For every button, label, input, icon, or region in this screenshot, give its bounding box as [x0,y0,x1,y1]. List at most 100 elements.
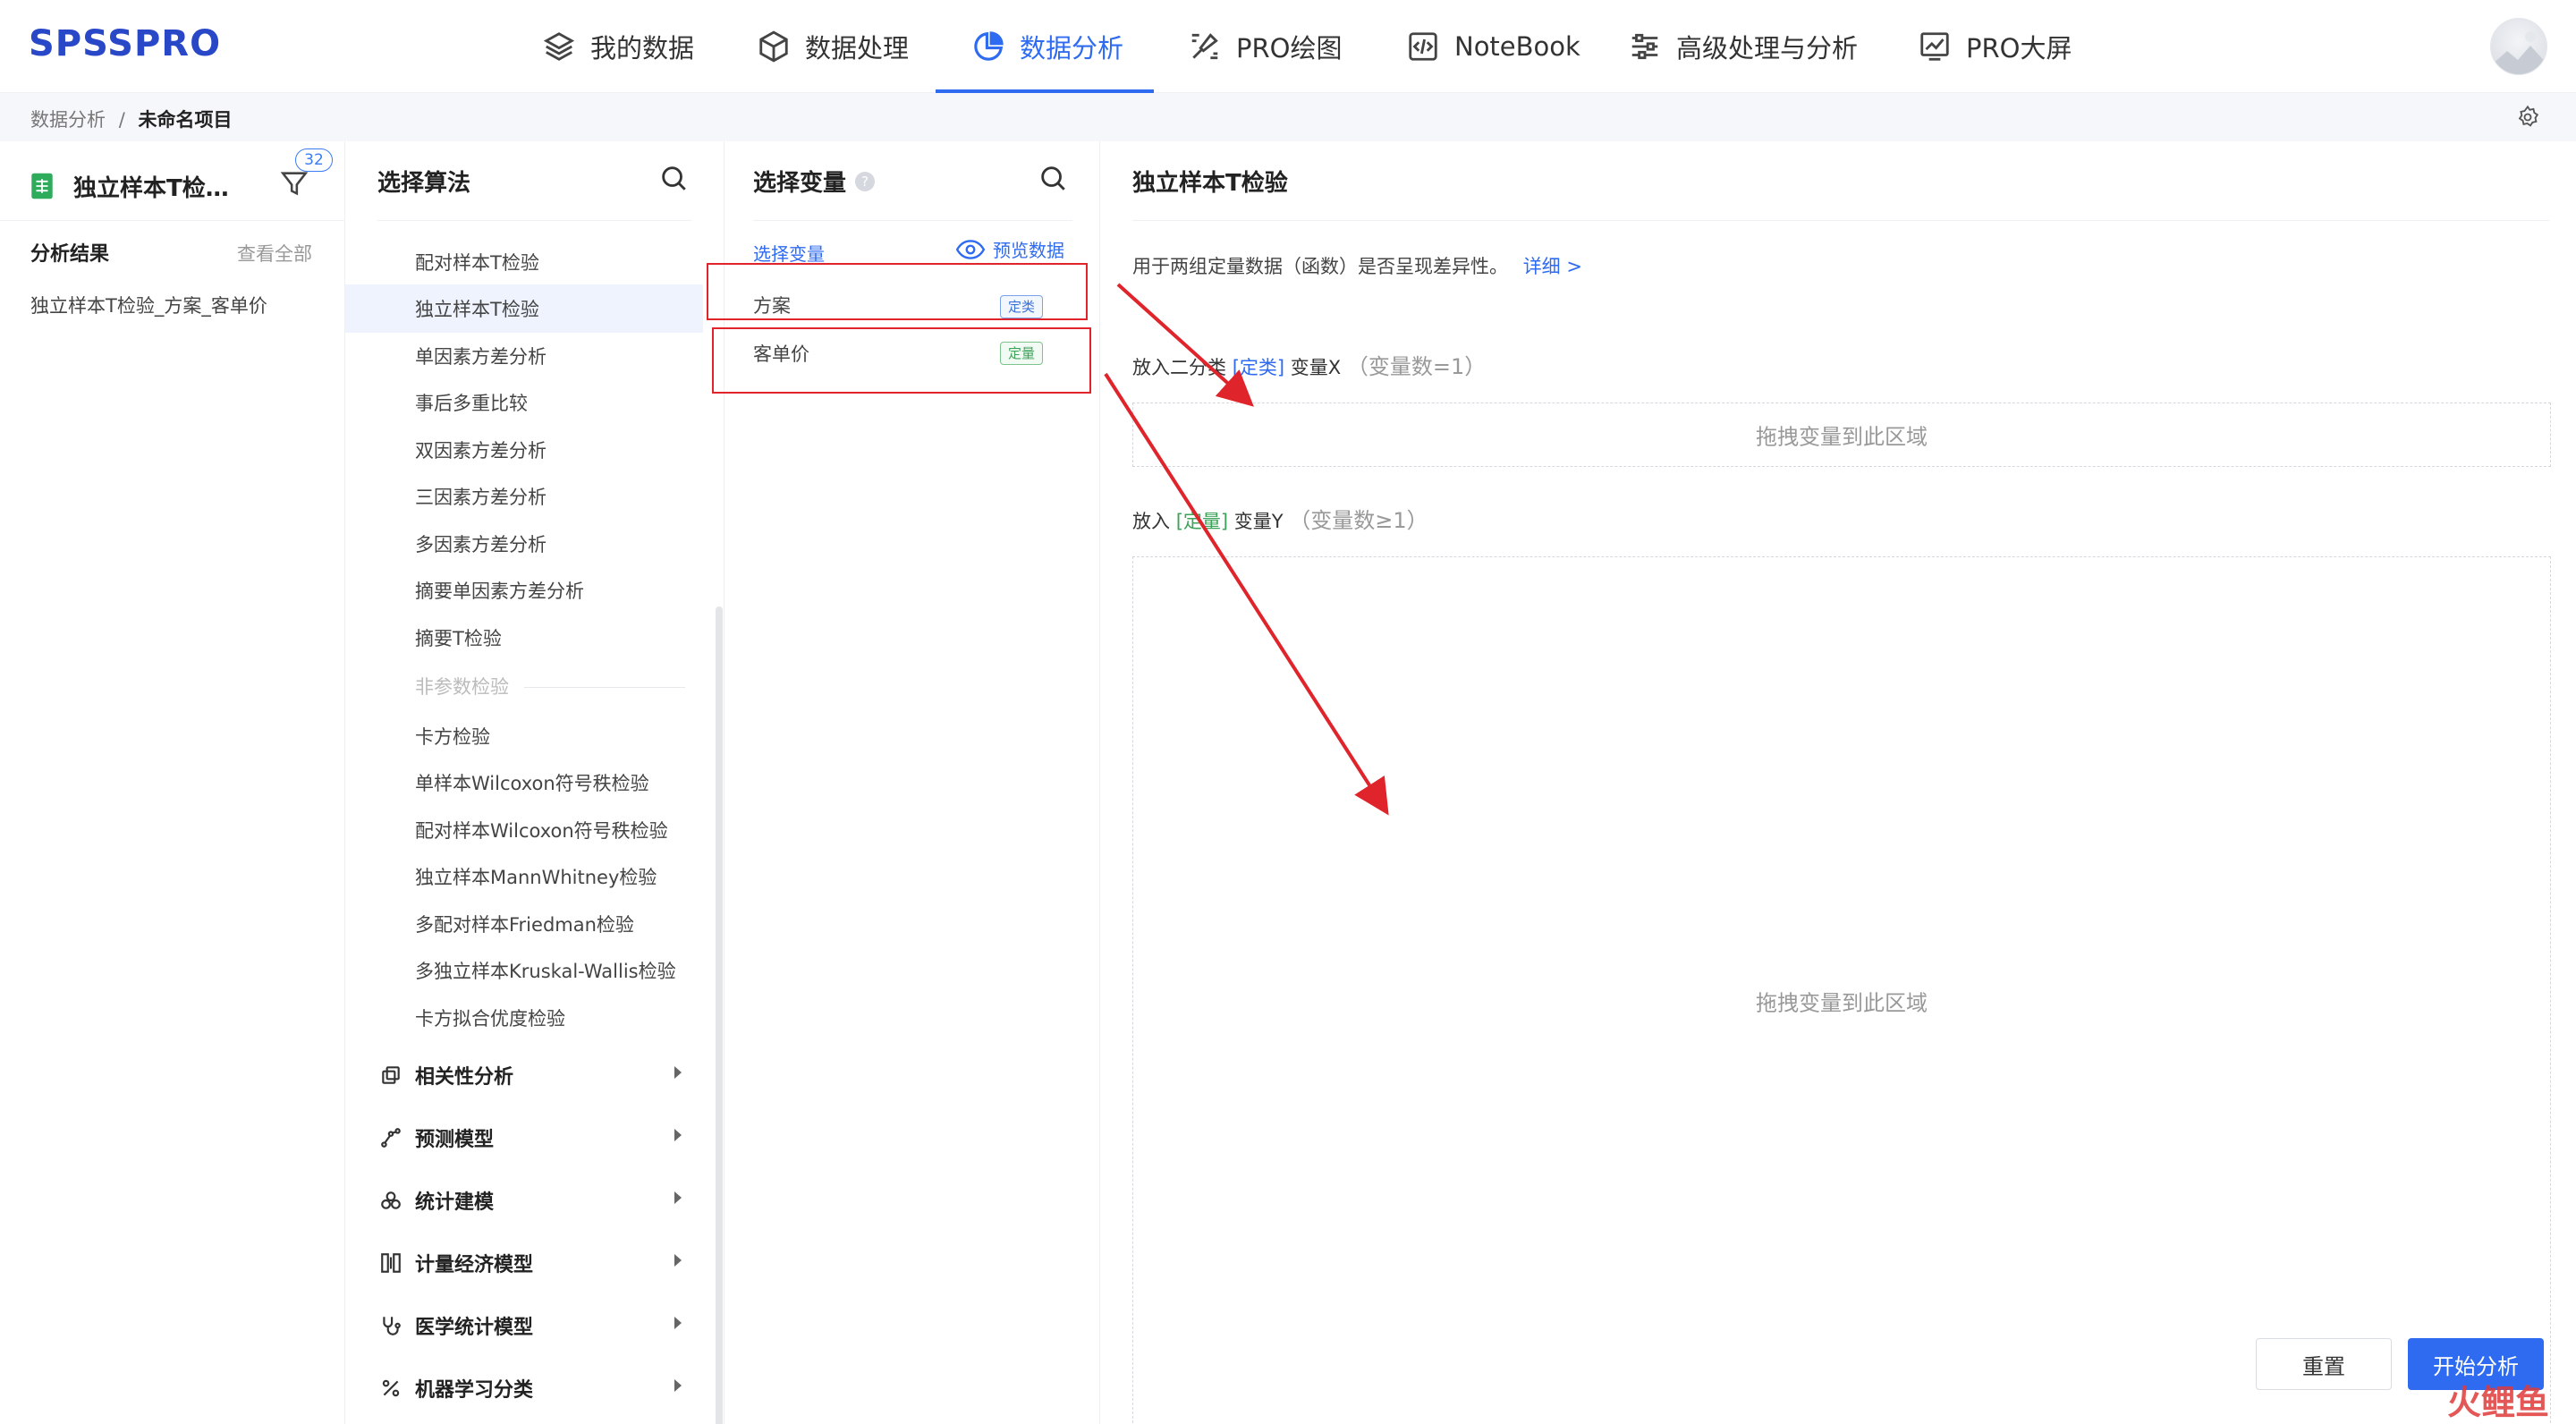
filter-icon[interactable] [279,168,309,199]
algorithm-scrollbar[interactable] [716,606,723,1424]
category-label: 机器学习分类 [415,1379,534,1402]
caret-right-icon [674,1379,682,1392]
variable-panel-title-text: 选择变量 [753,170,847,197]
caret-right-icon [674,1066,682,1079]
algorithm-item[interactable]: 三因素方差分析 [415,483,547,510]
breadcrumb-bar: 数据分析 / 未命名项目 [0,93,2576,141]
line-chart-icon [1920,32,1949,61]
variable-y-dropzone[interactable]: 拖拽变量到此区域 [1132,556,2551,1424]
analysis-title: 独立样本T检验 [1132,170,1288,197]
algorithm-panel: 选择算法 配对样本T检验 独立样本T检验 单因素方差分析 事后多重比较 双因素方… [345,141,724,1424]
algorithm-item[interactable]: 摘要单因素方差分析 [415,577,584,604]
variable-panel-title: 选择变量 ? [753,165,876,198]
algorithm-panel-title: 选择算法 [377,170,471,197]
category-econometrics[interactable]: 计量经济模型 [379,1245,533,1281]
variable-y-count: （变量数≥1） [1289,508,1428,533]
analysis-config-panel: 独立样本T检验 用于两组定量数据（函数）是否呈现差异性。 详细 > 放入二分类 … [1100,141,2576,1424]
category-ml-classification[interactable]: 机器学习分类 [379,1370,533,1406]
help-icon[interactable]: ? [855,171,876,191]
nav-label: 我的数据 [590,33,695,64]
variable-y-label: 放入 [定量] 变量Y （变量数≥1） [1132,503,1428,534]
algorithm-item[interactable]: 卡方检验 [415,723,490,750]
divider [1132,220,2549,221]
project-panel: 独立样本T检… 32 分析结果 查看全部 独立样本T检验_方案_客单价 [0,141,345,1424]
variable-y-name: 变量Y [1233,511,1284,532]
watermark: 火鲤鱼 [2446,1383,2549,1422]
breadcrumb-parent[interactable]: 数据分析 [30,109,106,131]
divider [753,220,1072,221]
nav-label: NoteBook [1454,31,1580,62]
algorithm-item[interactable]: 单因素方差分析 [415,343,547,369]
variable-x-name: 变量X [1290,357,1342,378]
variable-subheading: 选择变量 [753,243,825,265]
preview-data-link[interactable]: 预览数据 [955,236,1064,262]
variable-x-dropzone[interactable]: 拖拽变量到此区域 [1132,403,2551,467]
search-icon[interactable] [1038,163,1068,193]
nav-label: PRO大屏 [1966,33,2072,64]
dropzone-hint: 拖拽变量到此区域 [1756,424,1928,450]
nodes-icon [381,1128,401,1148]
nav-label: 数据处理 [805,33,910,64]
algorithm-item[interactable]: 单样本Wilcoxon符号秩检验 [415,769,649,796]
circles-icon [381,1191,401,1209]
caret-right-icon [674,1191,682,1204]
nav-pro-drawing[interactable]: PRO绘图 [1188,0,1342,93]
category-prediction[interactable]: 预测模型 [379,1120,494,1156]
algorithm-item[interactable]: 双因素方差分析 [415,437,547,463]
eye-icon [955,239,986,259]
cube-icon [759,30,788,63]
algorithm-item[interactable]: 多独立样本Kruskal-Wallis检验 [415,957,676,984]
result-item[interactable]: 独立样本T检验_方案_客单价 [30,292,267,318]
nav-label: 数据分析 [1020,33,1124,64]
nav-label: 高级处理与分析 [1676,33,1859,64]
stethoscope-icon [383,1317,401,1335]
annotation-box [712,327,1091,394]
category-label: 相关性分析 [415,1066,514,1089]
algorithm-item[interactable]: 卡方拟合优度检验 [415,1004,565,1031]
algorithm-item[interactable]: 多配对样本Friedman检验 [415,911,634,937]
copy-icon [382,1066,400,1084]
variable-x-type: [定类] [1232,357,1285,378]
preview-data-label: 预览数据 [993,240,1064,261]
algorithm-item[interactable]: 配对样本T检验 [415,249,539,275]
analysis-description: 用于两组定量数据（函数）是否呈现差异性。 详细 > [1132,252,1582,279]
algorithm-group-label: 非参数检验 [415,676,509,698]
reset-button[interactable]: 重置 [2256,1338,2392,1390]
app-root: SPSSPRO 我的数据 数据处理 数据分析 PRO绘图 NoteBook 高级… [0,0,2576,1424]
annotation-box [707,263,1088,320]
project-header[interactable]: 独立样本T检… [30,163,229,209]
nav-pro-dashboard[interactable]: PRO大屏 [1918,0,2072,93]
nav-advanced-analysis[interactable]: 高级处理与分析 [1628,0,1858,93]
detail-link[interactable]: 详细 > [1523,256,1582,277]
category-correlation[interactable]: 相关性分析 [379,1057,513,1093]
view-all-link[interactable]: 查看全部 [237,240,312,267]
algorithm-item[interactable]: 配对样本Wilcoxon符号秩检验 [415,817,668,843]
nav-data-analysis[interactable]: 数据分析 [936,0,1155,93]
nav-label: PRO绘图 [1236,33,1343,64]
layers-icon [543,32,575,61]
dropzone-hint: 拖拽变量到此区域 [1756,990,1928,1016]
user-avatar[interactable] [2490,18,2547,75]
top-navbar: SPSSPRO 我的数据 数据处理 数据分析 PRO绘图 NoteBook 高级… [0,0,2576,93]
breadcrumb-separator: / [118,109,125,131]
divider [377,220,691,221]
algorithm-item[interactable]: 事后多重比较 [415,389,528,416]
algorithm-item[interactable]: 独立样本MannWhitney检验 [415,863,657,890]
variable-y-prefix: 放入 [1132,511,1170,532]
category-medical-statistics[interactable]: 医学统计模型 [379,1308,533,1343]
filter-count-badge: 32 [295,148,333,172]
logo[interactable]: SPSSPRO [29,23,221,64]
algorithm-item-selected[interactable]: 独立样本T检验 [415,295,539,322]
category-label: 计量经济模型 [415,1254,534,1276]
search-icon[interactable] [658,163,689,193]
caret-right-icon [674,1317,682,1329]
algorithm-item[interactable]: 摘要T检验 [415,624,502,651]
nav-my-data[interactable]: 我的数据 [542,0,694,93]
brush-icon [1191,33,1218,60]
nav-data-processing[interactable]: 数据处理 [757,0,909,93]
category-statistical-modeling[interactable]: 统计建模 [379,1182,494,1218]
project-name: 独立样本T检… [73,174,229,202]
gear-icon[interactable] [2515,105,2540,130]
algorithm-item[interactable]: 多因素方差分析 [415,530,547,557]
nav-notebook[interactable]: NoteBook [1406,0,1580,93]
